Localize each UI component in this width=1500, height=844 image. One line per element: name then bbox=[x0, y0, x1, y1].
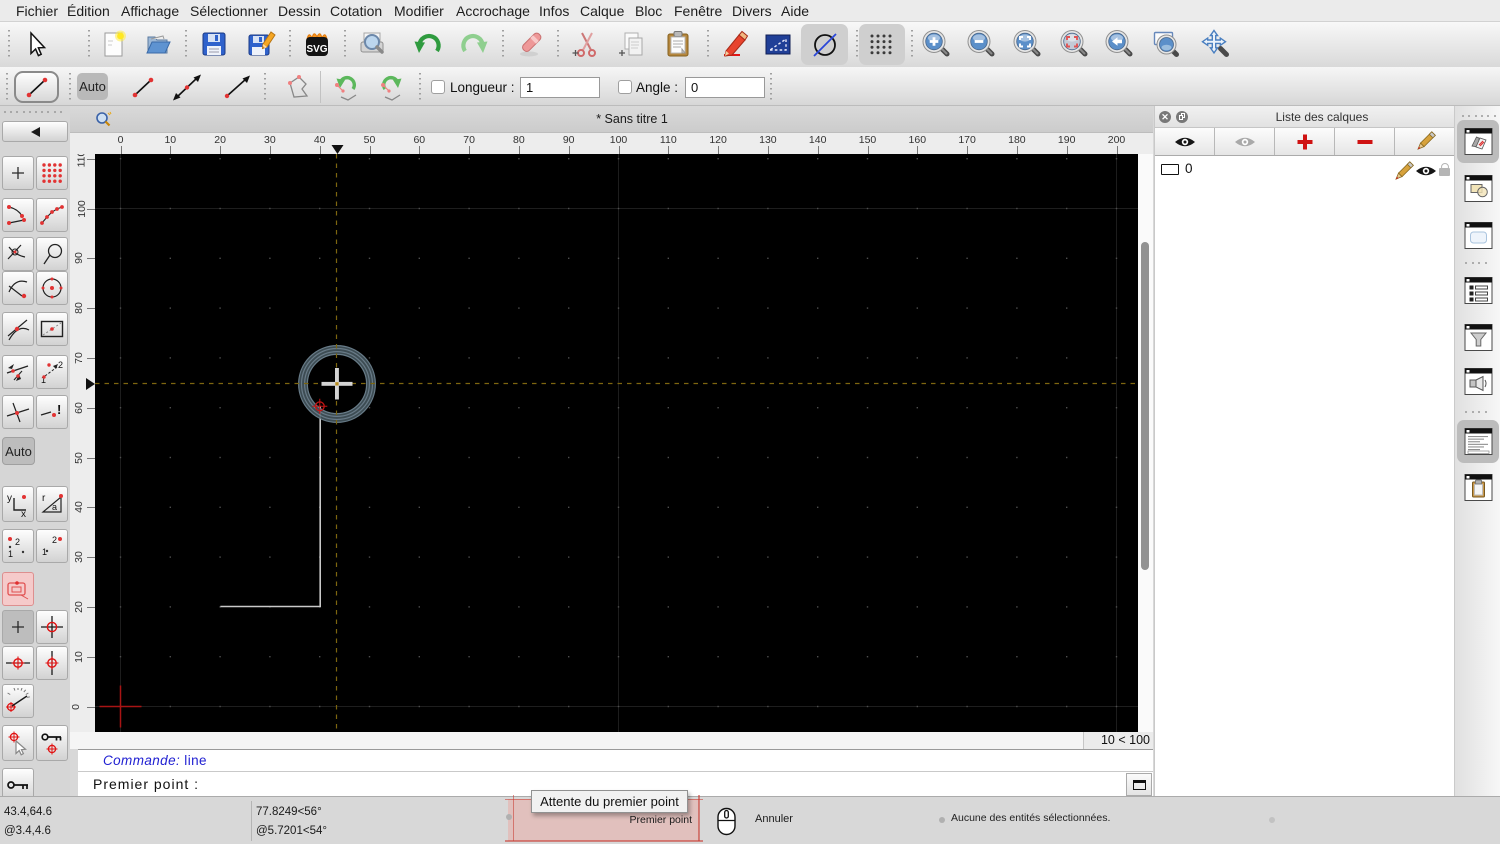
svg-text:2: 2 bbox=[52, 535, 57, 545]
svg-text:y: y bbox=[7, 493, 12, 504]
svg-text:r: r bbox=[42, 493, 46, 504]
svg-text:1: 1 bbox=[8, 549, 13, 559]
svg-text:!: ! bbox=[57, 402, 61, 417]
svg-text:2: 2 bbox=[58, 360, 63, 370]
svg-text:a: a bbox=[52, 502, 57, 512]
svg-text:2: 2 bbox=[15, 537, 20, 547]
svg-text:1: 1 bbox=[42, 547, 47, 557]
svg-text:x: x bbox=[21, 509, 26, 517]
svg-text:SVG: SVG bbox=[306, 44, 327, 55]
